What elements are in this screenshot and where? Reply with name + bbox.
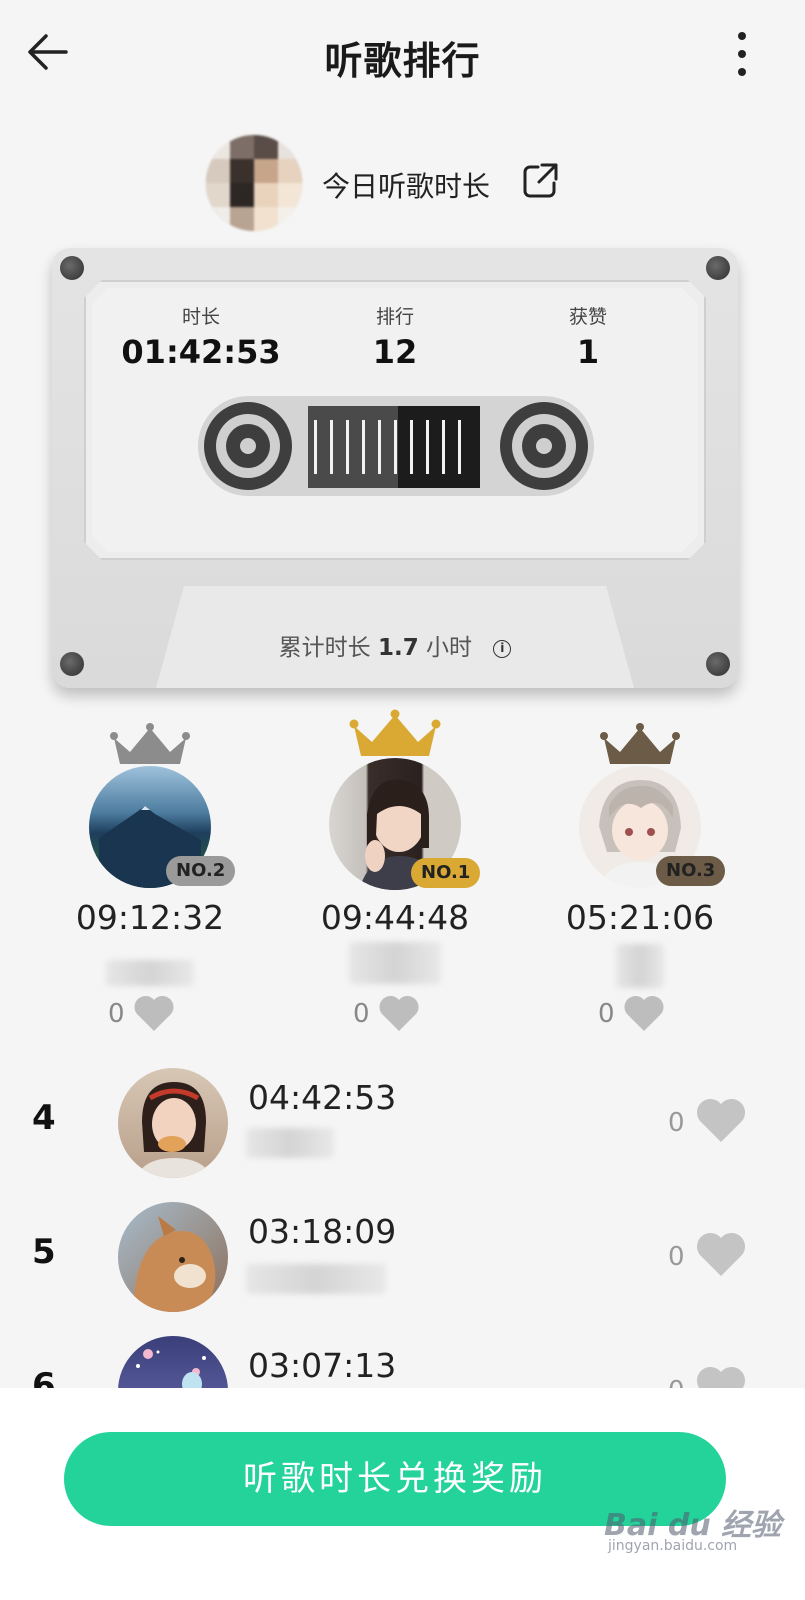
person-photo-icon	[136, 1082, 212, 1178]
username-blurred	[246, 1128, 334, 1158]
like-count: 0	[598, 999, 615, 1029]
stat-likes-label: 获赞	[568, 306, 607, 328]
podium-time: 09:12:32	[75, 898, 225, 937]
watermark-url: jingyan.baidu.com	[608, 1538, 738, 1554]
row-rank: 5	[32, 1232, 56, 1272]
podium-rank-2: NO.2 09:12:32 0	[50, 708, 250, 1038]
like-count: 0	[108, 999, 125, 1029]
external-link-icon	[523, 163, 558, 198]
share-button[interactable]	[520, 161, 560, 201]
user-avatar[interactable]	[206, 135, 302, 231]
info-icon[interactable]: i	[493, 639, 512, 658]
more-menu-button[interactable]	[722, 28, 762, 80]
cassette-stats-card: 时长 01:42:53 排行 12 获赞 1 累计时长 1.7 小时 i	[52, 248, 738, 688]
podium-rank-3: NO.3 05:21:06 0	[540, 708, 740, 1038]
cumulative-value: 1.7	[377, 635, 419, 661]
stat-likes-value: 1	[576, 333, 600, 371]
cumulative-duration: 累计时长 1.7 小时 i	[52, 628, 738, 662]
heart-icon[interactable]	[377, 995, 421, 1033]
screw-icon	[706, 256, 730, 280]
rank-badge: NO.1	[411, 858, 481, 888]
stat-likes: 获赞 1	[488, 302, 688, 371]
row-time: 03:18:09	[248, 1212, 397, 1251]
crown-icon	[349, 709, 441, 756]
username-blurred	[246, 1264, 386, 1294]
reel-left-icon	[204, 402, 292, 490]
list-item[interactable]: 5 03:18:09 0	[0, 1196, 805, 1326]
like-count: 0	[353, 999, 370, 1029]
rank-badge: NO.2	[166, 856, 236, 886]
heart-icon[interactable]	[622, 995, 666, 1033]
podium-time: 09:44:48	[320, 898, 470, 937]
top-bar: 听歌排行	[0, 0, 805, 110]
list-item[interactable]: 4 04:42:53 0	[0, 1062, 805, 1192]
like-control: 0	[295, 995, 495, 1035]
podium-time: 05:21:06	[565, 898, 715, 937]
like-control: 0	[540, 995, 740, 1035]
heart-icon[interactable]	[694, 1098, 748, 1144]
row-time: 04:42:53	[248, 1078, 397, 1117]
row-rank: 4	[32, 1098, 56, 1138]
row-time: 03:07:13	[248, 1346, 397, 1385]
heart-icon[interactable]	[694, 1232, 748, 1278]
crown-icon	[600, 723, 680, 764]
reel-right-icon	[500, 402, 588, 490]
like-count: 0	[668, 1242, 685, 1272]
cumulative-unit: 小时	[426, 635, 473, 661]
row-avatar[interactable]	[118, 1068, 228, 1178]
stat-duration-label: 时长	[181, 306, 220, 328]
cumulative-prefix: 累计时长	[278, 635, 371, 661]
rank-badge: NO.3	[656, 856, 726, 886]
username-blurred	[616, 944, 664, 988]
user-summary-row: 今日听歌时长	[0, 125, 805, 235]
heart-icon[interactable]	[132, 995, 176, 1033]
username-blurred	[349, 942, 441, 984]
screw-icon	[60, 256, 84, 280]
stat-rank: 排行 12	[295, 302, 495, 371]
tape-reels	[198, 396, 594, 496]
stat-rank-value: 12	[372, 333, 418, 371]
page-title: 听歌排行	[324, 39, 481, 83]
bottom-action-bar: 听歌时长兑换奖励 Bai du 经验 jingyan.baidu.com	[0, 1388, 805, 1600]
stat-duration-value: 01:42:53	[121, 333, 281, 371]
stat-rank-label: 排行	[375, 306, 414, 328]
like-control: 0	[50, 995, 250, 1035]
baidu-watermark: Bai du 经验 jingyan.baidu.com	[604, 1500, 804, 1560]
row-avatar[interactable]	[118, 1202, 228, 1312]
tape-window	[308, 406, 480, 488]
crown-icon	[110, 723, 190, 764]
more-vertical-icon	[738, 32, 746, 76]
stat-duration: 时长 01:42:53	[101, 302, 301, 371]
podium-rank-1: NO.1 09:44:48 0	[295, 708, 495, 1038]
today-listen-duration-label: 今日听歌时长	[322, 170, 491, 203]
username-blurred	[106, 960, 194, 986]
dog-photo-icon	[134, 1216, 216, 1312]
like-count: 0	[668, 1108, 685, 1138]
